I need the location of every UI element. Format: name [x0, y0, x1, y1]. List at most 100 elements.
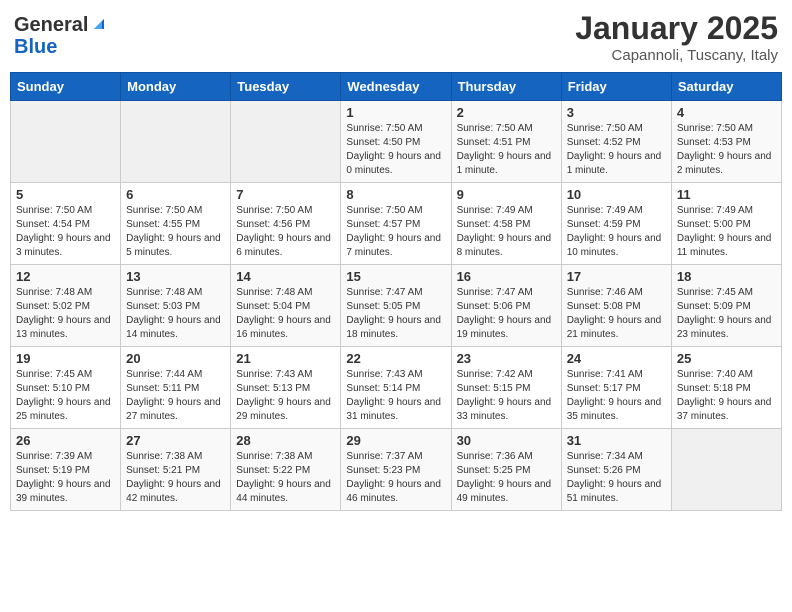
- day-info: Sunrise: 7:48 AM Sunset: 5:04 PM Dayligh…: [236, 286, 335, 342]
- day-info: Sunrise: 7:36 AM Sunset: 5:25 PM Dayligh…: [457, 450, 556, 506]
- header-day-monday: Monday: [121, 73, 231, 101]
- calendar-day-cell: 23Sunrise: 7:42 AM Sunset: 5:15 PM Dayli…: [451, 347, 561, 429]
- day-number: 10: [567, 187, 666, 202]
- calendar-title: January 2025: [575, 10, 778, 47]
- day-number: 8: [346, 187, 445, 202]
- calendar-day-cell: 1 Sunrise: 7:50 AM Sunset: 4:50 PM Daylig…: [341, 101, 451, 183]
- calendar-day-cell: 11 Sunrise: 7:49 AM Sunset: 5:00 PM Dayli…: [671, 183, 781, 265]
- calendar-day-cell: 24 Sunrise: 7:41 AM Sunset: 5:17 PM Dayli…: [561, 347, 671, 429]
- calendar-day-cell: 20Sunrise: 7:44 AM Sunset: 5:11 PM Dayli…: [121, 347, 231, 429]
- day-number: 31: [567, 433, 666, 448]
- day-info: Sunrise: 7:40 AM Sunset: 5:18 PM Dayligh…: [677, 368, 776, 424]
- day-number: 15: [346, 269, 445, 284]
- logo: General Blue: [14, 14, 108, 58]
- day-number: 9: [457, 187, 556, 202]
- calendar-day-cell: 19 Sunrise: 7:45 AM Sunset: 5:10 PM Dayli…: [11, 347, 121, 429]
- calendar-day-cell: [121, 101, 231, 183]
- day-number: 17: [567, 269, 666, 284]
- day-number: 29: [346, 433, 445, 448]
- day-info: Sunrise: 7:45 AM Sunset: 5:10 PM Dayligh…: [16, 368, 115, 424]
- calendar-day-cell: 27Sunrise: 7:38 AM Sunset: 5:21 PM Dayli…: [121, 429, 231, 511]
- calendar-week-row: 1 Sunrise: 7:50 AM Sunset: 4:50 PM Daylig…: [11, 101, 782, 183]
- header-day-sunday: Sunday: [11, 73, 121, 101]
- calendar-week-row: 19 Sunrise: 7:45 AM Sunset: 5:10 PM Dayli…: [11, 347, 782, 429]
- header-day-friday: Friday: [561, 73, 671, 101]
- header-day-saturday: Saturday: [671, 73, 781, 101]
- header-day-wednesday: Wednesday: [341, 73, 451, 101]
- calendar-day-cell: 18Sunrise: 7:45 AM Sunset: 5:09 PM Dayli…: [671, 265, 781, 347]
- day-info: Sunrise: 7:50 AM Sunset: 4:53 PM Dayligh…: [677, 122, 776, 178]
- day-number: 7: [236, 187, 335, 202]
- logo-general-text: General: [14, 14, 88, 36]
- calendar-day-cell: 30 Sunrise: 7:36 AM Sunset: 5:25 PM Dayli…: [451, 429, 561, 511]
- day-info: Sunrise: 7:41 AM Sunset: 5:17 PM Dayligh…: [567, 368, 666, 424]
- day-number: 18: [677, 269, 776, 284]
- day-number: 19: [16, 351, 115, 366]
- calendar-day-cell: 15Sunrise: 7:47 AM Sunset: 5:05 PM Dayli…: [341, 265, 451, 347]
- calendar-week-row: 26Sunrise: 7:39 AM Sunset: 5:19 PM Dayli…: [11, 429, 782, 511]
- calendar-day-cell: 13Sunrise: 7:48 AM Sunset: 5:03 PM Dayli…: [121, 265, 231, 347]
- calendar-subtitle: Capannoli, Tuscany, Italy: [575, 47, 778, 64]
- day-number: 26: [16, 433, 115, 448]
- day-number: 2: [457, 105, 556, 120]
- calendar-day-cell: 29 Sunrise: 7:37 AM Sunset: 5:23 PM Dayli…: [341, 429, 451, 511]
- calendar-day-cell: 31 Sunrise: 7:34 AM Sunset: 5:26 PM Dayli…: [561, 429, 671, 511]
- day-info: Sunrise: 7:48 AM Sunset: 5:03 PM Dayligh…: [126, 286, 225, 342]
- header-day-thursday: Thursday: [451, 73, 561, 101]
- day-info: Sunrise: 7:43 AM Sunset: 5:13 PM Dayligh…: [236, 368, 335, 424]
- day-info: Sunrise: 7:50 AM Sunset: 4:50 PM Dayligh…: [346, 122, 445, 178]
- calendar-day-cell: [11, 101, 121, 183]
- day-info: Sunrise: 7:50 AM Sunset: 4:55 PM Dayligh…: [126, 204, 225, 260]
- day-info: Sunrise: 7:47 AM Sunset: 5:06 PM Dayligh…: [457, 286, 556, 342]
- calendar-day-cell: 16 Sunrise: 7:47 AM Sunset: 5:06 PM Dayli…: [451, 265, 561, 347]
- calendar-day-cell: 25Sunrise: 7:40 AM Sunset: 5:18 PM Dayli…: [671, 347, 781, 429]
- day-number: 28: [236, 433, 335, 448]
- day-number: 16: [457, 269, 556, 284]
- day-info: Sunrise: 7:50 AM Sunset: 4:57 PM Dayligh…: [346, 204, 445, 260]
- title-block: January 2025 Capannoli, Tuscany, Italy: [575, 10, 778, 64]
- calendar-table: SundayMondayTuesdayWednesdayThursdayFrid…: [10, 72, 782, 511]
- day-info: Sunrise: 7:50 AM Sunset: 4:51 PM Dayligh…: [457, 122, 556, 178]
- calendar-day-cell: 8 Sunrise: 7:50 AM Sunset: 4:57 PM Daylig…: [341, 183, 451, 265]
- calendar-day-cell: 28 Sunrise: 7:38 AM Sunset: 5:22 PM Dayli…: [231, 429, 341, 511]
- day-number: 24: [567, 351, 666, 366]
- day-info: Sunrise: 7:49 AM Sunset: 4:58 PM Dayligh…: [457, 204, 556, 260]
- day-info: Sunrise: 7:46 AM Sunset: 5:08 PM Dayligh…: [567, 286, 666, 342]
- day-info: Sunrise: 7:34 AM Sunset: 5:26 PM Dayligh…: [567, 450, 666, 506]
- calendar-day-cell: 21Sunrise: 7:43 AM Sunset: 5:13 PM Dayli…: [231, 347, 341, 429]
- calendar-day-cell: 7 Sunrise: 7:50 AM Sunset: 4:56 PM Daylig…: [231, 183, 341, 265]
- day-info: Sunrise: 7:37 AM Sunset: 5:23 PM Dayligh…: [346, 450, 445, 506]
- logo-blue-text: Blue: [14, 36, 57, 58]
- calendar-header-row: SundayMondayTuesdayWednesdayThursdayFrid…: [11, 73, 782, 101]
- day-info: Sunrise: 7:49 AM Sunset: 4:59 PM Dayligh…: [567, 204, 666, 260]
- calendar-day-cell: 3 Sunrise: 7:50 AM Sunset: 4:52 PM Daylig…: [561, 101, 671, 183]
- day-info: Sunrise: 7:42 AM Sunset: 5:15 PM Dayligh…: [457, 368, 556, 424]
- calendar-day-cell: 4 Sunrise: 7:50 AM Sunset: 4:53 PM Daylig…: [671, 101, 781, 183]
- day-info: Sunrise: 7:50 AM Sunset: 4:56 PM Dayligh…: [236, 204, 335, 260]
- day-number: 14: [236, 269, 335, 284]
- calendar-day-cell: 6Sunrise: 7:50 AM Sunset: 4:55 PM Daylig…: [121, 183, 231, 265]
- day-info: Sunrise: 7:38 AM Sunset: 5:22 PM Dayligh…: [236, 450, 335, 506]
- header-day-tuesday: Tuesday: [231, 73, 341, 101]
- day-info: Sunrise: 7:43 AM Sunset: 5:14 PM Dayligh…: [346, 368, 445, 424]
- day-info: Sunrise: 7:38 AM Sunset: 5:21 PM Dayligh…: [126, 450, 225, 506]
- day-number: 1: [346, 105, 445, 120]
- logo-icon: [90, 15, 108, 33]
- day-number: 11: [677, 187, 776, 202]
- calendar-day-cell: 10 Sunrise: 7:49 AM Sunset: 4:59 PM Dayli…: [561, 183, 671, 265]
- header: General Blue January 2025 Capannoli, Tus…: [10, 10, 782, 64]
- calendar-day-cell: 26Sunrise: 7:39 AM Sunset: 5:19 PM Dayli…: [11, 429, 121, 511]
- day-info: Sunrise: 7:49 AM Sunset: 5:00 PM Dayligh…: [677, 204, 776, 260]
- day-info: Sunrise: 7:44 AM Sunset: 5:11 PM Dayligh…: [126, 368, 225, 424]
- calendar-day-cell: 5Sunrise: 7:50 AM Sunset: 4:54 PM Daylig…: [11, 183, 121, 265]
- day-number: 22: [346, 351, 445, 366]
- day-number: 12: [16, 269, 115, 284]
- day-number: 3: [567, 105, 666, 120]
- day-number: 30: [457, 433, 556, 448]
- day-number: 4: [677, 105, 776, 120]
- day-info: Sunrise: 7:48 AM Sunset: 5:02 PM Dayligh…: [16, 286, 115, 342]
- calendar-day-cell: 2 Sunrise: 7:50 AM Sunset: 4:51 PM Daylig…: [451, 101, 561, 183]
- day-info: Sunrise: 7:50 AM Sunset: 4:52 PM Dayligh…: [567, 122, 666, 178]
- calendar-day-cell: [671, 429, 781, 511]
- day-info: Sunrise: 7:50 AM Sunset: 4:54 PM Dayligh…: [16, 204, 115, 260]
